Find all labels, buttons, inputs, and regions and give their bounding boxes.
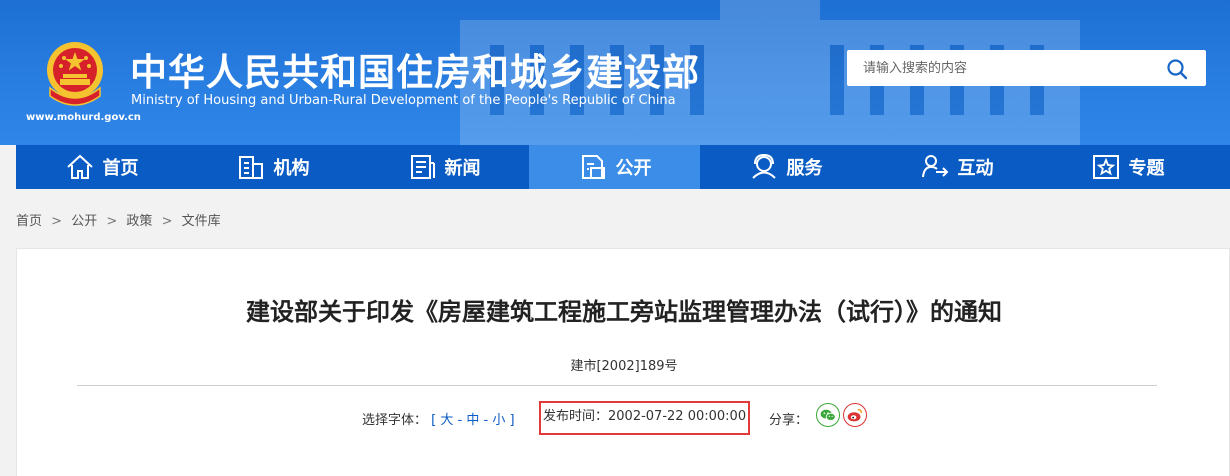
nav-item-home[interactable]: 首页 <box>16 145 187 189</box>
site-subtitle: Ministry of Housing and Urban-Rural Deve… <box>131 93 676 108</box>
publish-time-label: 发布时间： <box>543 409 609 424</box>
news-icon <box>410 155 435 179</box>
share-label: 分享： <box>769 413 809 428</box>
bracket-close: ] <box>509 413 515 428</box>
breadcrumb: 首页 > 公开 > 政策 > 文件库 <box>16 210 221 229</box>
service-icon <box>751 153 776 179</box>
font-medium-link[interactable]: 中 <box>466 413 479 428</box>
nav-item-public[interactable]: 公开 <box>529 145 700 189</box>
font-small-link[interactable]: 小 <box>492 413 505 428</box>
search-icon[interactable] <box>1166 58 1188 80</box>
nav-item-label: 专题 <box>1128 158 1165 179</box>
site-header: 中华人民共和国住房和城乡建设部 Ministry of Housing and … <box>0 0 1230 145</box>
site-title: 中华人民共和国住房和城乡建设部 <box>130 51 700 94</box>
nav-item-topics[interactable]: 专题 <box>1042 145 1213 189</box>
wechat-share-icon[interactable] <box>816 403 840 427</box>
nav-item-organization[interactable]: 机构 <box>187 145 358 189</box>
nav-item-label: 互动 <box>957 158 994 179</box>
document-panel: 建设部关于印发《房屋建筑工程施工旁站监理管理办法（试行）》的通知 建市[2002… <box>16 248 1230 476</box>
font-size-selector: 选择字体： [ 大 - 中 - 小 ] <box>362 409 515 428</box>
bracket-open: [ <box>431 413 437 428</box>
nav-item-news[interactable]: 新闻 <box>358 145 529 189</box>
publish-time: 发布时间：2002-07-22 00:00:00 <box>539 401 751 435</box>
nav-item-label: 机构 <box>273 158 310 179</box>
building-icon <box>238 156 263 179</box>
document-number: 建市[2002]189号 <box>570 359 678 374</box>
star-icon <box>1092 155 1119 179</box>
font-large-link[interactable]: 大 <box>440 413 453 428</box>
breadcrumb-policy[interactable]: 政策 <box>126 214 152 229</box>
breadcrumb-file-library[interactable]: 文件库 <box>182 214 221 229</box>
nav-item-label: 首页 <box>102 158 139 179</box>
home-icon <box>66 154 93 179</box>
search-input[interactable] <box>847 50 1157 86</box>
divider <box>77 385 1157 386</box>
document-icon <box>581 155 605 179</box>
nav-item-label: 服务 <box>786 158 823 179</box>
nav-item-service[interactable]: 服务 <box>700 145 871 189</box>
nav-item-interaction[interactable]: 互动 <box>871 145 1042 189</box>
font-separator: - <box>457 413 463 428</box>
breadcrumb-separator: > <box>161 214 173 229</box>
breadcrumb-separator: > <box>106 214 118 229</box>
search-box <box>847 50 1206 86</box>
main-navigation: 首页 机构 新闻 公开 服务 互动 专题 <box>16 145 1230 189</box>
breadcrumb-public[interactable]: 公开 <box>71 214 97 229</box>
interaction-icon <box>921 155 948 178</box>
site-url[interactable]: www.mohurd.gov.cn <box>26 112 141 123</box>
font-size-label: 选择字体： <box>362 413 428 428</box>
national-emblem-logo <box>47 42 103 106</box>
nav-item-label: 公开 <box>615 158 652 179</box>
document-title: 建设部关于印发《房屋建筑工程施工旁站监理管理办法（试行）》的通知 <box>246 298 1002 326</box>
nav-item-label: 新闻 <box>444 158 481 179</box>
publish-time-value: 2002-07-22 00:00:00 <box>608 409 747 424</box>
breadcrumb-home[interactable]: 首页 <box>16 214 42 229</box>
weibo-share-icon[interactable] <box>843 403 867 427</box>
breadcrumb-separator: > <box>51 214 63 229</box>
font-separator: - <box>483 413 489 428</box>
